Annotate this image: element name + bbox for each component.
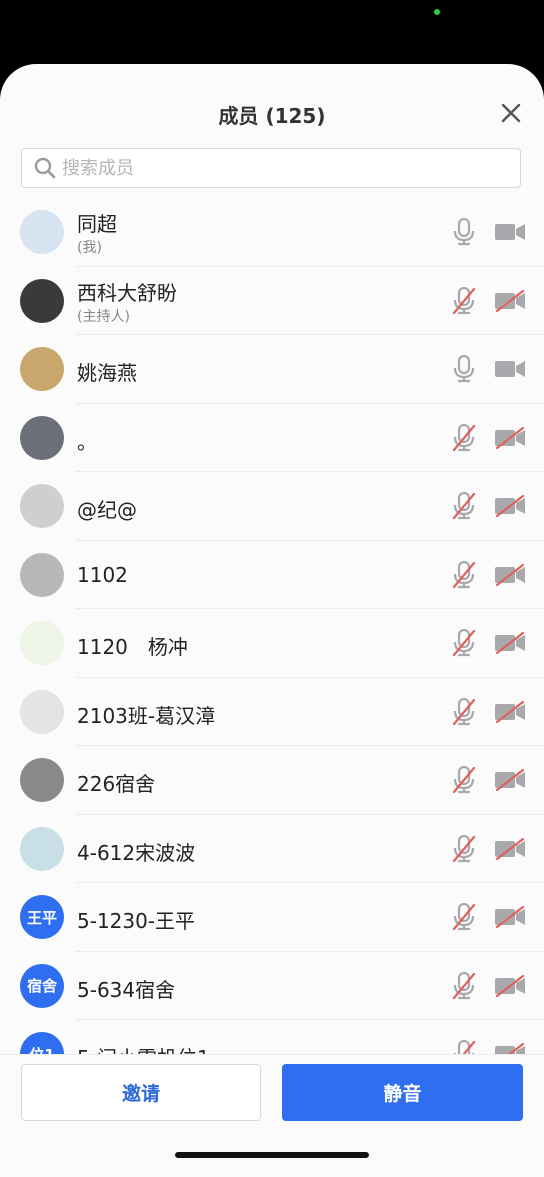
member-row[interactable]: 王平 5-1230-王平 [0,883,544,952]
search-input[interactable] [60,156,484,180]
camera-off-icon[interactable] [494,494,526,518]
camera-off-icon[interactable] [494,289,526,312]
member-row[interactable]: 2103班-葛汉漳 [0,678,544,747]
avatar [20,415,64,460]
member-row[interactable]: 1102 [0,541,544,610]
member-name: 。 [77,429,97,454]
mic-muted-icon[interactable] [452,902,476,931]
member-list[interactable]: 同超 (我) 西科大舒盼 (主持人) 姚海燕。 @纪@ 1102 1120 杨冲 2103班-葛… [0,198,544,1054]
member-row[interactable]: 。 [0,404,544,473]
member-name: 西科大舒盼 [77,280,177,305]
member-row[interactable]: 1120 杨冲 [0,609,544,678]
member-name: 姚海燕 [77,361,137,385]
member-name: 1120 杨冲 [77,635,188,659]
member-row[interactable]: 4-612宋波波 [0,815,544,884]
camera-off-icon[interactable] [494,700,526,723]
avatar [20,552,64,597]
camera-off-icon[interactable] [494,631,526,655]
member-name: 5-闫小雷机位1 [77,1042,210,1054]
member-name: 同超 [77,212,117,236]
member-name: 4-612宋波波 [77,840,196,865]
mic-icon[interactable] [452,217,476,246]
member-role: (我) [77,240,102,256]
avatar: 位1 [20,1032,64,1054]
member-row[interactable]: 宿舍 5-634宿舍 [0,952,544,1021]
member-row[interactable]: 姚海燕 [0,335,544,404]
avatar [20,621,64,665]
camera-icon[interactable] [494,221,526,243]
close-icon[interactable] [500,102,522,124]
avatar [20,484,64,528]
avatar: 王平 [20,895,64,939]
mic-muted-icon[interactable] [452,423,476,452]
camera-off-icon[interactable] [494,974,526,997]
member-row[interactable]: @纪@ [0,472,544,541]
member-name: 2103班-葛汉漳 [77,703,216,728]
mic-muted-icon[interactable] [452,491,476,520]
camera-off-icon[interactable] [494,563,526,586]
member-row[interactable]: 同超 (我) [0,198,544,267]
avatar [20,278,64,323]
avatar [20,210,64,254]
sheet-header: 成员 (125) [0,64,544,188]
avatar [20,758,64,802]
member-name: @纪@ [77,498,137,522]
mic-muted-icon[interactable] [452,971,476,1000]
search-icon [34,157,56,179]
mute-all-button[interactable]: 静音 [282,1064,523,1121]
camera-off-icon[interactable] [494,426,526,449]
member-name: 1102 [77,562,128,587]
camera-off-icon[interactable] [494,768,526,792]
mic-muted-icon[interactable] [452,834,476,863]
member-name: 5-1230-王平 [77,909,196,933]
mic-muted-icon[interactable] [452,560,476,589]
invite-button[interactable]: 邀请 [21,1064,261,1121]
mic-icon[interactable] [452,354,476,383]
avatar [20,689,64,734]
member-name: 226宿舍 [77,772,156,796]
camera-icon[interactable] [494,358,526,380]
member-name: 5-634宿舍 [77,977,176,1002]
member-row[interactable]: 位1 5-闫小雷机位1 [0,1020,544,1054]
search-box[interactable] [21,148,521,188]
mic-muted-icon[interactable] [452,697,476,726]
mic-muted-icon[interactable] [452,628,476,657]
member-role: (主持人) [77,308,130,325]
avatar [20,826,64,871]
camera-indicator [434,9,440,15]
camera-off-icon[interactable] [494,905,526,929]
avatar: 宿舍 [20,963,64,1008]
member-row[interactable]: 226宿舍 [0,746,544,815]
footer-bar: 邀请 静音 [0,1054,544,1177]
page-title: 成员 (125) [218,104,326,128]
mic-muted-icon[interactable] [452,1039,476,1054]
mic-muted-icon[interactable] [452,765,476,794]
camera-off-icon[interactable] [494,837,526,860]
home-indicator [175,1152,369,1158]
mic-muted-icon[interactable] [452,286,476,315]
avatar [20,347,64,391]
camera-off-icon[interactable] [494,1042,526,1054]
member-row[interactable]: 西科大舒盼 (主持人) [0,267,544,336]
members-sheet: 成员 (125) 同超 (我) 西科大舒盼 (主持人) 姚海燕。 @纪@ 1102 1120 … [0,64,544,1177]
